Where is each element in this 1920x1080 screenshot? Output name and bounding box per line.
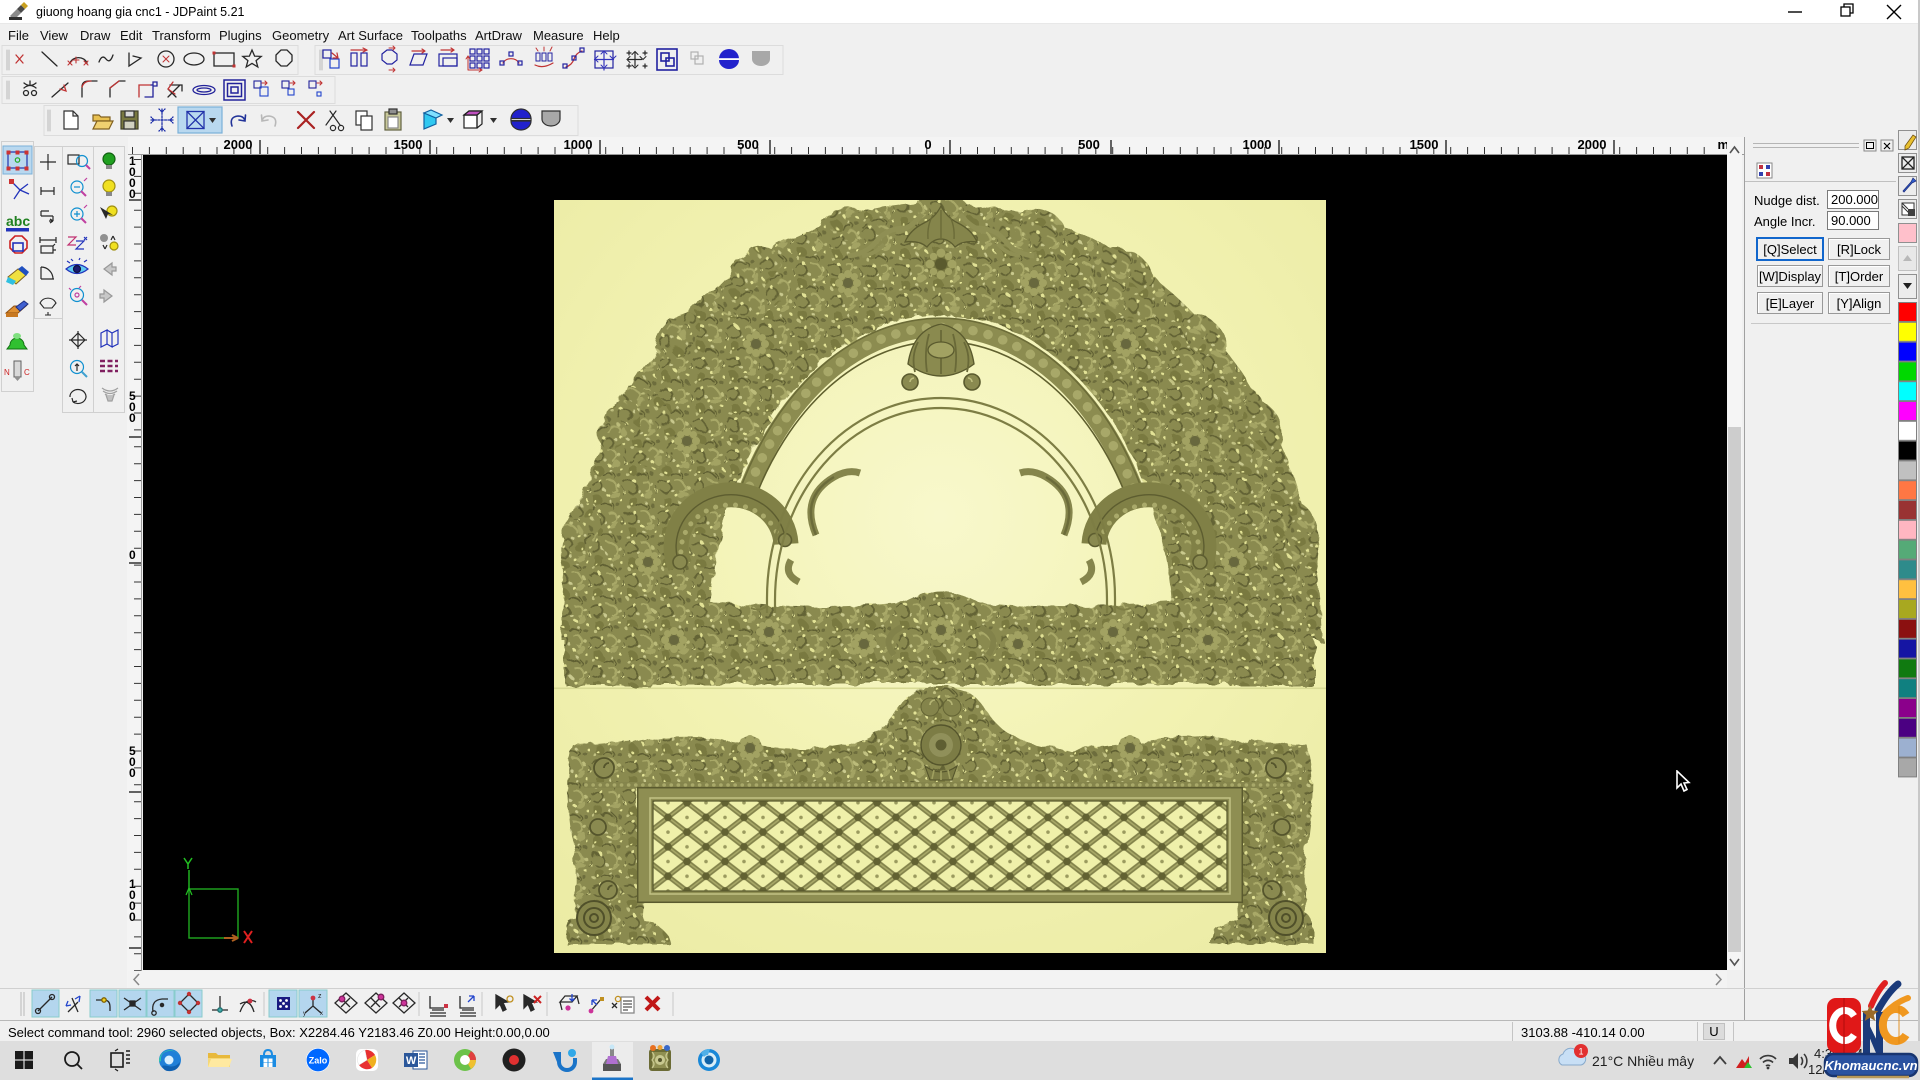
svg-text:1: 1 <box>1578 1047 1583 1057</box>
svg-text:1000: 1000 <box>1243 137 1272 152</box>
svg-text:21°C Nhiều mây: 21°C Nhiều mây <box>1592 1053 1694 1069</box>
svg-text:Zalo: Zalo <box>309 1056 328 1066</box>
svg-text:Khomaucnc.vn: Khomaucnc.vn <box>1824 1058 1917 1073</box>
svg-text:1500: 1500 <box>1410 137 1439 152</box>
svg-text:abc: abc <box>6 213 30 229</box>
svg-text:z: z <box>318 993 322 1000</box>
svg-text:0: 0 <box>129 910 136 924</box>
svg-text:W: W <box>406 1055 417 1067</box>
svg-text:N: N <box>4 368 10 377</box>
svg-text:500: 500 <box>1078 137 1100 152</box>
svg-text:0: 0 <box>924 137 931 152</box>
svg-text:500: 500 <box>737 137 759 152</box>
svg-text:2000: 2000 <box>1578 137 1607 152</box>
svg-text:0: 0 <box>129 411 136 425</box>
svg-text:1500: 1500 <box>394 137 423 152</box>
svg-text:0: 0 <box>129 766 136 780</box>
svg-text:0: 0 <box>129 548 136 562</box>
svg-text:2000: 2000 <box>224 137 253 152</box>
svg-text:y: y <box>303 1011 306 1017</box>
svg-text:0: 0 <box>129 187 136 201</box>
svg-text:x: x <box>320 1011 323 1017</box>
svg-text:C: C <box>24 368 30 377</box>
svg-text:1000: 1000 <box>564 137 593 152</box>
